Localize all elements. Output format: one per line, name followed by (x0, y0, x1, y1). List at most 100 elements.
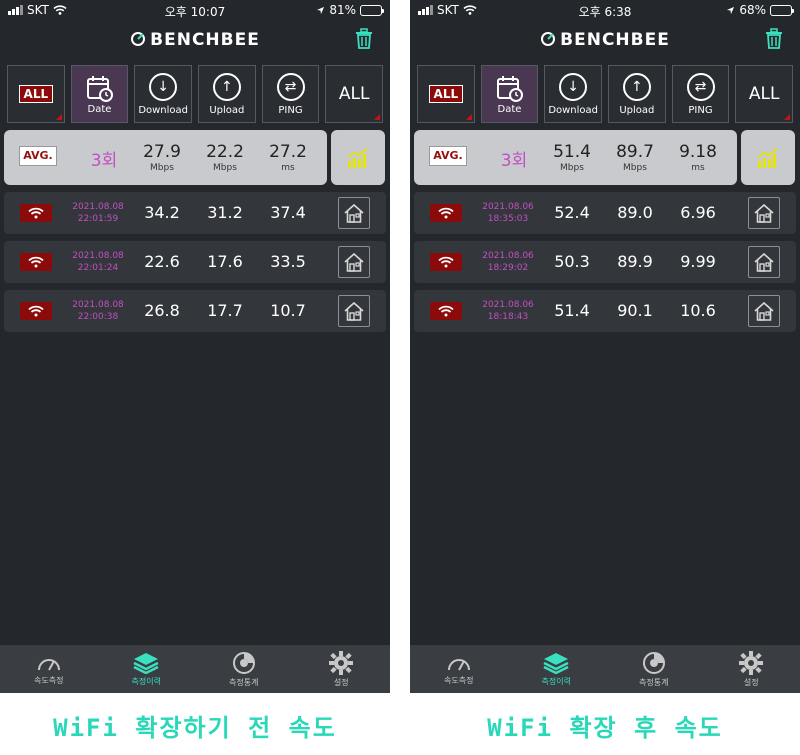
battery-icon (360, 4, 384, 16)
tab-history[interactable]: 측정이력 (508, 645, 606, 693)
history-row[interactable]: 2021.08.06 18:35:03 52.4 89.0 6.96 (414, 192, 796, 234)
row-datetime: 2021.08.06 18:18:43 (476, 299, 540, 323)
wifi-badge (430, 204, 462, 222)
tab-history[interactable]: 측정이력 (98, 645, 196, 693)
avg-upload-unit: Mbps (623, 163, 647, 173)
avg-upload-value: 89.7 (616, 142, 654, 162)
home-network-button[interactable] (338, 246, 370, 278)
filter-upload[interactable]: ↑ Upload (198, 65, 256, 123)
tab-history-label: 측정이력 (131, 676, 161, 686)
wifi-icon (28, 256, 44, 268)
tab-settings-label: 설정 (743, 677, 759, 687)
ping-swap-icon: ⇄ (276, 72, 305, 101)
row-ping: 10.6 (680, 301, 716, 320)
row-datetime: 2021.08.08 22:01:24 (66, 250, 130, 274)
row-date: 2021.08.08 (72, 251, 124, 261)
filter-all-right-label: ALL (748, 84, 780, 104)
upload-icon: ↑ (212, 72, 241, 101)
upload-icon: ↑ (622, 72, 651, 101)
app-logo: BENCHBEE (410, 30, 800, 50)
row-upload: 89.0 (617, 203, 653, 222)
tab-bar: 속도측정 측정이력 측정통계 설정 (410, 645, 800, 693)
home-network-button[interactable] (338, 197, 370, 229)
tab-speed-label: 속도측정 (34, 675, 64, 685)
history-row[interactable]: 2021.08.08 22:01:24 22.6 17.6 33.5 (4, 241, 386, 283)
bar-chart-trend-icon (347, 147, 368, 168)
tab-settings[interactable]: 설정 (293, 645, 391, 693)
chart-button[interactable] (741, 130, 795, 185)
test-count: 3회 (90, 151, 118, 171)
filter-date[interactable]: Date (70, 65, 129, 123)
home-network-button[interactable] (748, 197, 780, 229)
row-date: 2021.08.06 (482, 300, 534, 310)
filter-ping[interactable]: ⇄ PING (261, 65, 320, 123)
avg-ping: 9.18 ms (669, 142, 727, 173)
corner-indicator (784, 114, 791, 120)
tab-statistics[interactable]: 측정통계 (195, 645, 293, 693)
avg-download-unit: Mbps (150, 163, 174, 173)
home-network-button[interactable] (748, 295, 780, 327)
filter-all-right-label: ALL (338, 84, 370, 104)
chart-button[interactable] (331, 130, 385, 185)
row-time: 18:29:02 (487, 263, 529, 273)
filter-date-label: Date (87, 103, 112, 115)
row-upload: 17.7 (207, 301, 243, 320)
filter-download[interactable]: ↓ Download (544, 65, 603, 123)
house-icon (754, 301, 774, 321)
pie-chart-icon (642, 651, 665, 674)
house-icon (754, 252, 774, 272)
tab-speed-test[interactable]: 속도측정 (410, 645, 508, 693)
history-row[interactable]: 2021.08.06 18:18:43 51.4 90.1 10.6 (414, 290, 796, 332)
home-network-button[interactable] (748, 246, 780, 278)
tab-speed-test[interactable]: 속도측정 (0, 645, 98, 693)
house-icon (344, 301, 364, 321)
avg-badge: AVG. (19, 146, 57, 166)
history-row[interactable]: 2021.08.08 22:01:59 34.2 31.2 37.4 (4, 192, 386, 234)
filter-all-network[interactable]: ALL (7, 65, 65, 123)
trash-icon[interactable] (354, 28, 374, 50)
wifi-icon (438, 207, 454, 219)
battery-percent: 81% (329, 3, 356, 17)
corner-indicator (465, 114, 472, 120)
row-download: 22.6 (144, 252, 180, 271)
house-icon (754, 203, 774, 223)
gear-icon (739, 650, 764, 675)
filter-upload-label: Upload (209, 104, 245, 116)
tab-settings-label: 설정 (333, 677, 349, 687)
average-row: AVG. 3회 51.4 Mbps 89.7 Mbps 9.18 ms (414, 130, 737, 185)
history-row[interactable]: 2021.08.06 18:29:02 50.3 89.9 9.99 (414, 241, 796, 283)
avg-download-value: 27.9 (143, 142, 181, 162)
row-time: 18:35:03 (487, 214, 529, 224)
row-upload: 17.6 (207, 252, 243, 271)
tab-statistics[interactable]: 측정통계 (605, 645, 703, 693)
corner-indicator (374, 114, 381, 120)
benchbee-logo-icon (541, 32, 556, 46)
ping-swap-icon: ⇄ (686, 72, 715, 101)
avg-download: 27.9 Mbps (133, 142, 191, 173)
home-network-button[interactable] (338, 295, 370, 327)
filter-date-label: Date (497, 103, 522, 115)
row-upload: 90.1 (617, 301, 653, 320)
bar-chart-trend-icon (757, 147, 778, 168)
avg-ping-unit: ms (691, 163, 705, 173)
avg-download-value: 51.4 (553, 142, 591, 162)
filter-download[interactable]: ↓ Download (134, 65, 193, 123)
row-upload: 89.9 (617, 252, 653, 271)
app-logo: BENCHBEE (0, 30, 390, 50)
history-row[interactable]: 2021.08.08 22:00:38 26.8 17.7 10.7 (4, 290, 386, 332)
avg-ping: 27.2 ms (259, 142, 317, 173)
row-ping: 9.99 (680, 252, 716, 271)
tab-settings[interactable]: 설정 (703, 645, 800, 693)
row-datetime: 2021.08.08 22:00:38 (66, 299, 130, 323)
avg-download: 51.4 Mbps (543, 142, 601, 173)
filter-ping[interactable]: ⇄ PING (671, 65, 730, 123)
filter-all-network[interactable]: ALL (417, 65, 475, 123)
filter-upload[interactable]: ↑ Upload (608, 65, 666, 123)
filter-date[interactable]: Date (480, 65, 539, 123)
trash-icon[interactable] (764, 28, 784, 50)
filter-bar: ALL Date ↓ Download ↑ Upload ⇄ PING ALL (7, 65, 384, 123)
filter-all-sort[interactable]: ALL (735, 65, 794, 123)
filter-all-sort[interactable]: ALL (325, 65, 384, 123)
avg-download-unit: Mbps (560, 163, 584, 173)
caption-before: WiFi 확장하기 전 속도 (53, 714, 337, 742)
